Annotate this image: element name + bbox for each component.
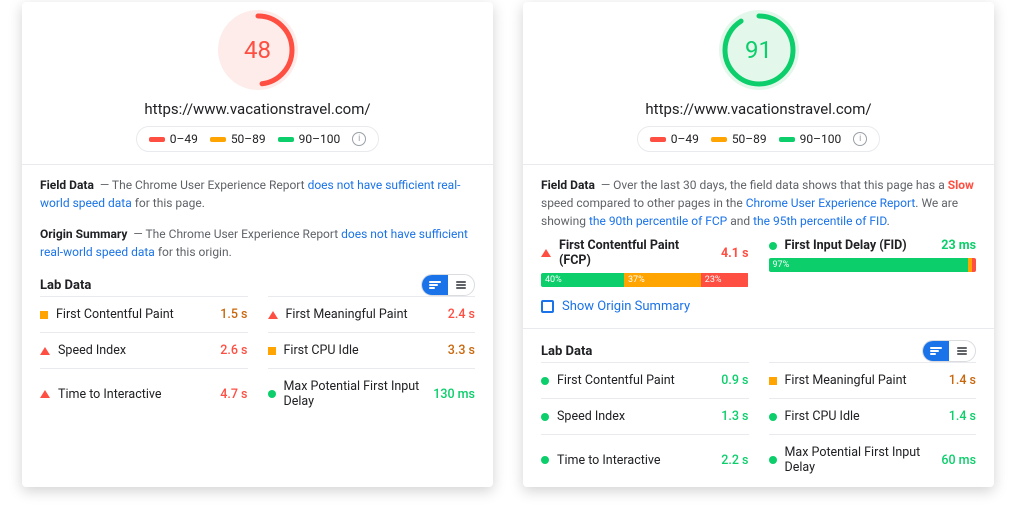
score-gauge: 48 [218, 10, 298, 90]
lab-metric-row: First CPU Idle 3.3 s [268, 332, 476, 368]
dot-green-icon [541, 456, 549, 464]
lab-data-section: Lab Data First Contentful Paint1.5 sFirs… [22, 263, 493, 421]
dot-green-icon [769, 242, 777, 250]
metric-label: Max Potential First Input Delay [284, 379, 426, 409]
metric-label: First Meaningful Paint [286, 307, 440, 322]
score-value: 91 [719, 10, 799, 90]
dot-green-icon [769, 456, 777, 464]
fcp-distribution-bar: 40%37%23% [541, 273, 749, 287]
lab-metric-row: Speed Index 1.3 s [541, 398, 749, 434]
fid-percentile-link[interactable]: the 95th percentile of FID [753, 214, 886, 228]
metric-label: First Meaningful Paint [785, 373, 941, 388]
triangle-red-icon [268, 311, 278, 319]
checkbox-icon[interactable] [541, 300, 554, 313]
field-data-section: Field Data — Over the last 30 days, the … [523, 165, 994, 316]
dot-green-icon [541, 377, 549, 385]
score-gauge: 91 [719, 10, 799, 90]
fid-distribution-bar: 97%2%1% [769, 258, 977, 272]
square-orange-icon [40, 311, 48, 319]
lab-metric-row: Max Potential First Input Delay 130 ms [268, 368, 476, 419]
metric-label: Time to Interactive [58, 387, 212, 402]
metric-value: 0.9 s [721, 373, 748, 388]
origin-summary-section: Origin Summary — The Chrome User Experie… [22, 214, 493, 263]
info-icon[interactable]: i [352, 132, 366, 146]
metric-value: 2.6 s [220, 343, 247, 358]
toggle-bars-icon[interactable] [422, 275, 448, 295]
metric-label: First CPU Idle [785, 409, 941, 424]
lab-data-title: Lab Data [40, 278, 91, 293]
metric-label: Time to Interactive [557, 453, 713, 468]
lab-metric-row: Time to Interactive 4.7 s [40, 368, 248, 419]
lab-data-title: Lab Data [541, 344, 592, 359]
dot-green-icon [541, 413, 549, 421]
metric-value: 2.4 s [448, 307, 475, 322]
metric-value: 130 ms [433, 387, 475, 402]
metric-label: First CPU Idle [284, 343, 440, 358]
lab-metric-row: Max Potential First Input Delay 60 ms [769, 434, 977, 485]
crux-link[interactable]: Chrome User Experience Report [746, 196, 916, 210]
lab-metric-row: First Meaningful Paint 2.4 s [268, 296, 476, 332]
score-hero: 91 https://www.vacationstravel.com/ 0–49… [523, 2, 994, 152]
square-orange-icon [769, 377, 777, 385]
lab-metrics-grid: First Contentful Paint 1.5 s First Meaning… [40, 296, 475, 419]
fcp-field-metric: First Contentful Paint (FCP) 4.1 s 40%37… [541, 238, 749, 287]
report-card-right: 91 https://www.vacationstravel.com/ 0–49… [523, 2, 994, 487]
metric-label: Speed Index [58, 343, 212, 358]
metric-value: 1.4 s [949, 409, 976, 424]
toggle-list-icon[interactable] [448, 275, 474, 295]
metric-value: 60 ms [941, 453, 976, 468]
metric-label: Speed Index [557, 409, 713, 424]
info-icon[interactable]: i [853, 132, 867, 146]
metric-label: Max Potential First Input Delay [785, 445, 934, 475]
square-orange-icon [268, 347, 276, 355]
metric-label: First Contentful Paint [56, 307, 212, 322]
metric-value: 1.3 s [721, 409, 748, 424]
metric-value: 4.7 s [220, 387, 247, 402]
fcp-percentile-link[interactable]: the 90th percentile of FCP [589, 214, 727, 228]
metric-value: 3.3 s [448, 343, 475, 358]
lab-metric-row: First Contentful Paint 0.9 s [541, 362, 749, 398]
lab-metric-row: Time to Interactive 2.2 s [541, 434, 749, 485]
score-legend: 0–49 50–89 90–100 i [136, 126, 380, 152]
report-card-left: 48 https://www.vacationstravel.com/ 0–49… [22, 2, 493, 487]
triangle-red-icon [40, 390, 50, 398]
toggle-bars-icon[interactable] [923, 341, 949, 361]
view-toggle[interactable] [421, 274, 475, 296]
triangle-red-icon [40, 347, 50, 355]
lab-data-section: Lab Data First Contentful Paint0.9 sFirs… [523, 329, 994, 487]
lab-metric-row: First CPU Idle 1.4 s [769, 398, 977, 434]
fid-field-metric: First Input Delay (FID) 23 ms 97%2%1% [769, 238, 977, 287]
dot-green-icon [268, 390, 276, 398]
score-value: 48 [218, 10, 298, 90]
metric-value: 2.2 s [721, 453, 748, 468]
view-toggle[interactable] [922, 340, 976, 362]
lab-metric-row: Speed Index 2.6 s [40, 332, 248, 368]
score-hero: 48 https://www.vacationstravel.com/ 0–49… [22, 2, 493, 152]
metric-label: First Contentful Paint [557, 373, 713, 388]
metric-value: 1.4 s [949, 373, 976, 388]
score-legend: 0–49 50–89 90–100 i [637, 126, 881, 152]
lab-metric-row: First Contentful Paint 1.5 s [40, 296, 248, 332]
triangle-red-icon [541, 249, 551, 257]
tested-url: https://www.vacationstravel.com/ [22, 100, 493, 118]
dot-green-icon [769, 413, 777, 421]
toggle-list-icon[interactable] [949, 341, 975, 361]
field-data-section: Field Data — The Chrome User Experience … [22, 165, 493, 214]
metric-value: 1.5 s [220, 307, 247, 322]
show-origin-summary[interactable]: Show Origin Summary [541, 299, 976, 314]
lab-metric-row: First Meaningful Paint 1.4 s [769, 362, 977, 398]
tested-url: https://www.vacationstravel.com/ [523, 100, 994, 118]
lab-metrics-grid: First Contentful Paint 0.9 s First Meaning… [541, 362, 976, 485]
